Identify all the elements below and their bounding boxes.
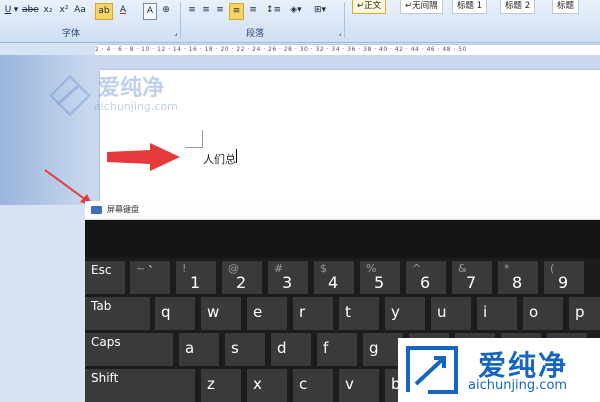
group-divider (344, 2, 345, 38)
key-r[interactable]: r (293, 297, 333, 330)
ribbon: U ▾ abe x₂ x² Aa ab A A ⊕ 字体 ⌟ ≡ ≡ ≡ ≡ ≡… (0, 0, 600, 43)
key-a[interactable]: a (179, 333, 219, 366)
brand-logo-icon (406, 346, 458, 394)
key-tab[interactable]: Tab (85, 297, 150, 330)
align-right-icon[interactable]: ≡ (214, 3, 226, 18)
key-e[interactable]: e (247, 297, 287, 330)
align-center-icon[interactable]: ≡ (200, 3, 212, 18)
watermark-bottom-right: 爱纯净 aichunjing.com (398, 338, 600, 402)
group-divider (180, 2, 181, 38)
key-8[interactable]: * 8 (498, 261, 538, 294)
brand-logo-icon (49, 74, 91, 117)
key-shift[interactable]: Shift (85, 369, 195, 402)
key-3[interactable]: #3 (268, 261, 308, 294)
document-text[interactable]: 人们总 (203, 151, 236, 167)
key-5[interactable]: % 5 (360, 261, 400, 294)
key-caps[interactable]: Caps (85, 333, 173, 366)
highlight-button[interactable]: ab (95, 3, 113, 20)
font-group-label: 字体 (62, 29, 81, 39)
key-y[interactable]: y (385, 297, 425, 330)
osk-title: 屏幕键盘 (107, 205, 139, 214)
style-heading-2[interactable]: 标题 2 (500, 0, 536, 14)
watermark-brand: 爱纯净 (98, 76, 165, 101)
key-q[interactable]: q (155, 297, 195, 330)
align-left-icon[interactable]: ≡ (186, 3, 198, 18)
line-spacing-icon[interactable]: ↕≡ (266, 3, 281, 18)
key-o[interactable]: o (523, 297, 563, 330)
key-d[interactable]: d (271, 333, 311, 366)
key-i[interactable]: i (477, 297, 517, 330)
key-z[interactable]: z (201, 369, 241, 402)
key-u[interactable]: u (431, 297, 471, 330)
key-4[interactable]: $4 (314, 261, 354, 294)
key-1[interactable]: ! 1 (176, 261, 216, 294)
underline-dropdown-icon[interactable]: ▾ (10, 3, 22, 18)
distributed-icon[interactable]: ≡ (247, 3, 259, 18)
strikethrough-button[interactable]: abe (22, 3, 39, 18)
margin-corner-mark (202, 130, 203, 148)
key-s[interactable]: s (225, 333, 265, 366)
style-heading-1[interactable]: 标题 1 (452, 0, 488, 14)
osk-input-strip (85, 220, 600, 258)
justify-icon[interactable]: ≡ (229, 3, 244, 20)
key-2[interactable]: @2 (222, 261, 262, 294)
key-p[interactable]: p (569, 297, 600, 330)
key-w[interactable]: w (201, 297, 241, 330)
key-esc[interactable]: Esc (85, 261, 125, 294)
style-title[interactable]: 标题 (552, 0, 580, 14)
key-6[interactable]: ^ 6 (406, 261, 446, 294)
paragraph-group-label: 段落 (246, 29, 265, 39)
superscript-button[interactable]: x² (58, 3, 70, 18)
enclose-char-button[interactable]: ⊕ (160, 3, 172, 18)
char-shading-button[interactable]: A (143, 3, 157, 20)
watermark-domain: aichunjing.com (468, 378, 568, 393)
osk-title-bar[interactable]: 屏幕键盘 (85, 201, 600, 220)
key-7[interactable]: & 7 (452, 261, 492, 294)
key-backtick[interactable]: ~ ` (130, 261, 170, 294)
key-c[interactable]: c (293, 369, 333, 402)
subscript-button[interactable]: x₂ (42, 3, 54, 18)
change-case-button[interactable]: Aa (74, 3, 86, 18)
key-9[interactable]: (9 (544, 261, 584, 294)
text-caret (236, 149, 237, 163)
watermark-domain: aichunjing.com (94, 100, 178, 113)
style-normal[interactable]: ↵正文 (352, 0, 387, 14)
key-v[interactable]: v (339, 369, 379, 402)
key-f[interactable]: f (317, 333, 357, 366)
key-g[interactable]: g (363, 333, 403, 366)
keyboard-icon (91, 206, 102, 214)
style-no-spacing[interactable]: ↵无间隔 (400, 0, 443, 14)
key-x[interactable]: x (247, 369, 287, 402)
key-t[interactable]: t (339, 297, 379, 330)
watermark-top-left: 爱纯净 aichunjing.com (48, 68, 198, 148)
ruler-ticks: 2 · 4 · 6 · 8 · 10 · 12 · 14 · 16 · 18 ·… (95, 46, 467, 53)
borders-icon[interactable]: ⊞▾ (314, 3, 326, 18)
font-color-button[interactable]: A (117, 3, 129, 18)
shading-icon[interactable]: ◈▾ (290, 3, 302, 18)
